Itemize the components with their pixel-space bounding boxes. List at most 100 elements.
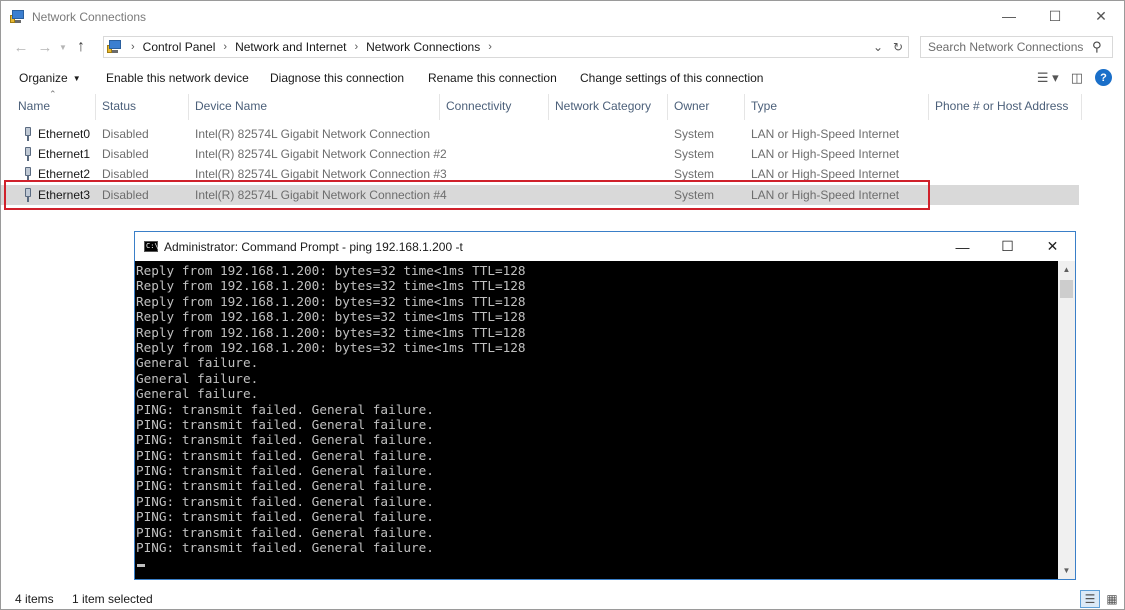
enable-device-button[interactable]: Enable this network device xyxy=(106,71,249,85)
search-box[interactable]: Search Network Connections ⚲ xyxy=(920,36,1113,58)
command-bar: Organize ▼ Enable this network device Dia… xyxy=(1,64,1124,94)
recent-locations-chevron-icon[interactable]: ▼ xyxy=(57,43,69,52)
row-status: Disabled xyxy=(102,147,149,161)
row-type: LAN or High-Speed Internet xyxy=(751,167,900,181)
close-button[interactable]: ✕ xyxy=(1078,1,1124,31)
large-icons-view-icon[interactable]: ▦ xyxy=(1102,590,1122,608)
window-title: Network Connections xyxy=(32,9,147,24)
console-line: General failure. xyxy=(136,370,259,386)
diagnose-button[interactable]: Diagnose this connection xyxy=(270,71,404,85)
status-bar: 4 items 1 item selected ☰ ▦ xyxy=(1,590,1124,610)
details-view-icon[interactable]: ☰ xyxy=(1080,590,1100,608)
organize-menu[interactable]: Organize ▼ xyxy=(19,71,81,85)
row-device: Intel(R) 82574L Gigabit Network Connecti… xyxy=(195,167,447,181)
row-name: Ethernet0 xyxy=(38,127,91,141)
text-cursor xyxy=(137,564,145,567)
row-device: Intel(R) 82574L Gigabit Network Connecti… xyxy=(195,127,431,141)
console-line: PING: transmit failed. General failure. xyxy=(136,478,434,494)
column-status[interactable]: Status xyxy=(96,94,189,120)
cmd-close-button[interactable]: ✕ xyxy=(1030,232,1075,261)
row-owner: System xyxy=(674,167,715,181)
rename-button[interactable]: Rename this connection xyxy=(428,71,557,85)
console-line: PING: transmit failed. General failure. xyxy=(136,447,434,463)
control-panel-icon xyxy=(107,39,123,55)
breadcrumb-network-and-internet[interactable]: Network and Internet xyxy=(235,40,346,54)
row-status: Disabled xyxy=(102,167,149,181)
back-arrow-icon[interactable]: ← xyxy=(9,39,33,56)
breadcrumb-separator-icon[interactable]: › xyxy=(215,41,235,53)
forward-arrow-icon[interactable]: → xyxy=(33,39,57,56)
column-network-category[interactable]: Network Category xyxy=(549,94,668,120)
cmd-window-title: Administrator: Command Prompt - ping 192… xyxy=(164,239,463,254)
address-dropdown-icon[interactable]: ⌄ xyxy=(868,40,888,54)
item-count: 4 items xyxy=(15,592,54,606)
help-icon[interactable]: ? xyxy=(1095,69,1112,86)
console-line: Reply from 192.168.1.200: bytes=32 time<… xyxy=(136,263,526,278)
console-line: General failure. xyxy=(136,386,259,402)
row-name: Ethernet1 xyxy=(38,147,91,161)
row-type: LAN or High-Speed Internet xyxy=(751,147,900,161)
breadcrumb-separator-icon[interactable]: › xyxy=(480,41,500,53)
console-line: PING: transmit failed. General failure. xyxy=(136,524,434,540)
network-adapter-icon xyxy=(23,167,33,181)
row-name: Ethernet2 xyxy=(38,167,91,181)
breadcrumb-separator-icon[interactable]: › xyxy=(123,41,143,53)
column-connectivity[interactable]: Connectivity xyxy=(440,94,549,120)
console-output[interactable]: Reply from 192.168.1.200: bytes=32 time<… xyxy=(135,261,1059,579)
console-line: PING: transmit failed. General failure. xyxy=(136,463,434,479)
column-phone-or-host[interactable]: Phone # or Host Address xyxy=(929,94,1082,120)
console-line: Reply from 192.168.1.200: bytes=32 time<… xyxy=(136,309,526,325)
chevron-down-icon: ▼ xyxy=(72,74,81,84)
title-bar: Network Connections — ☐ ✕ xyxy=(1,1,1124,32)
vertical-scrollbar[interactable]: ▲ ▼ xyxy=(1058,261,1075,579)
refresh-icon[interactable]: ↻ xyxy=(888,40,908,54)
table-row[interactable]: Ethernet1 Disabled Intel(R) 82574L Gigab… xyxy=(1,144,1079,164)
console-line: Reply from 192.168.1.200: bytes=32 time<… xyxy=(136,339,526,355)
address-field[interactable]: › Control Panel › Network and Internet ›… xyxy=(103,36,909,58)
command-prompt-window[interactable]: C:\ Administrator: Command Prompt - ping… xyxy=(134,231,1076,580)
console-line: PING: transmit failed. General failure. xyxy=(136,416,434,432)
row-device: Intel(R) 82574L Gigabit Network Connecti… xyxy=(195,147,447,161)
row-type: LAN or High-Speed Internet xyxy=(751,127,900,141)
console-line: PING: transmit failed. General failure. xyxy=(136,509,434,525)
scroll-down-icon[interactable]: ▼ xyxy=(1058,562,1075,579)
search-input[interactable]: Search Network Connections xyxy=(928,40,1092,54)
breadcrumb-separator-icon[interactable]: › xyxy=(346,41,366,53)
console-line: PING: transmit failed. General failure. xyxy=(136,432,434,448)
column-device-name[interactable]: Device Name xyxy=(189,94,440,120)
selection-count: 1 item selected xyxy=(72,592,153,606)
column-owner[interactable]: Owner xyxy=(668,94,745,120)
scroll-thumb[interactable] xyxy=(1060,280,1073,298)
scroll-up-icon[interactable]: ▲ xyxy=(1058,261,1075,278)
console-line: PING: transmit failed. General failure. xyxy=(136,401,434,417)
row-status: Disabled xyxy=(102,127,149,141)
breadcrumb-network-connections[interactable]: Network Connections xyxy=(366,40,480,54)
breadcrumb-control-panel[interactable]: Control Panel xyxy=(143,40,216,54)
network-adapter-icon xyxy=(23,127,33,141)
console-line: Reply from 192.168.1.200: bytes=32 time<… xyxy=(136,278,526,294)
change-settings-button[interactable]: Change settings of this connection xyxy=(580,71,763,85)
preview-pane-icon[interactable]: ◫ xyxy=(1071,70,1083,86)
cmd-title-bar: C:\ Administrator: Command Prompt - ping… xyxy=(135,232,1075,261)
up-arrow-icon[interactable]: ↑ xyxy=(69,38,93,56)
view-options-icon[interactable]: ☰ ▾ xyxy=(1037,70,1059,86)
cmd-maximize-button[interactable]: ☐ xyxy=(985,232,1030,261)
console-line: PING: transmit failed. General failure. xyxy=(136,540,434,556)
column-header: ⌃ Name Status Device Name Connectivity N… xyxy=(1,89,1124,120)
row-owner: System xyxy=(674,147,715,161)
column-type[interactable]: Type xyxy=(745,94,929,120)
console-line: Reply from 192.168.1.200: bytes=32 time<… xyxy=(136,293,526,309)
table-row[interactable]: Ethernet0 Disabled Intel(R) 82574L Gigab… xyxy=(1,124,1079,144)
search-icon[interactable]: ⚲ xyxy=(1092,39,1112,55)
network-adapter-icon xyxy=(23,147,33,161)
console-line: Reply from 192.168.1.200: bytes=32 time<… xyxy=(136,324,526,340)
console-line: General failure. xyxy=(136,355,259,371)
command-prompt-icon: C:\ xyxy=(144,241,159,252)
minimize-button[interactable]: — xyxy=(986,1,1032,31)
console-line: PING: transmit failed. General failure. xyxy=(136,493,434,509)
row-owner: System xyxy=(674,127,715,141)
network-connections-icon xyxy=(10,9,26,25)
column-name[interactable]: Name xyxy=(12,94,96,120)
maximize-button[interactable]: ☐ xyxy=(1032,1,1078,31)
cmd-minimize-button[interactable]: — xyxy=(940,232,985,261)
